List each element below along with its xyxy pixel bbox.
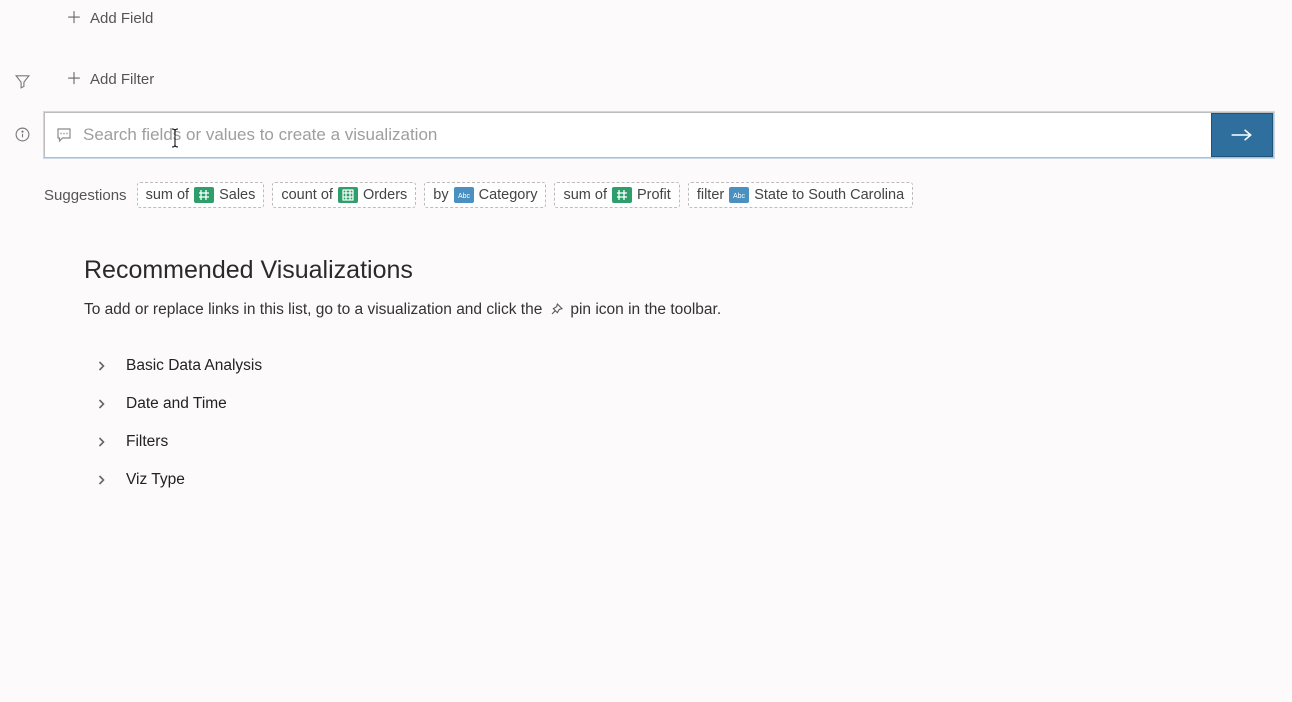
chip-prefix: sum of bbox=[146, 187, 190, 203]
suggestion-chip[interactable]: sum of Sales bbox=[137, 182, 265, 208]
chip-prefix: by bbox=[433, 187, 448, 203]
chevron-right-icon bbox=[94, 474, 108, 486]
add-filter-label: Add Filter bbox=[90, 71, 154, 88]
suggestion-chip[interactable]: count of Orders bbox=[272, 182, 416, 208]
category-label: Date and Time bbox=[126, 395, 227, 413]
add-field-button[interactable]: ＋ Add Field bbox=[66, 10, 153, 27]
recommended-category[interactable]: Viz Type bbox=[84, 461, 1274, 499]
filter-icon[interactable] bbox=[14, 73, 31, 95]
chip-prefix: sum of bbox=[563, 187, 607, 203]
plus-icon: ＋ bbox=[66, 72, 82, 88]
suggestion-chip[interactable]: by Abc Category bbox=[424, 182, 546, 208]
recommended-list: Basic Data Analysis Date and Time Filter… bbox=[84, 347, 1274, 499]
chevron-right-icon bbox=[94, 436, 108, 448]
svg-text:Abc: Abc bbox=[458, 193, 471, 200]
suggestions-row: Suggestions sum of Sales count of Orders… bbox=[44, 182, 1274, 208]
info-icon[interactable] bbox=[14, 126, 31, 148]
hash-icon bbox=[612, 187, 632, 203]
recommended-category[interactable]: Basic Data Analysis bbox=[84, 347, 1274, 385]
search-input[interactable] bbox=[83, 113, 1211, 157]
chip-field: Orders bbox=[363, 187, 407, 203]
suggestion-chip[interactable]: sum of Profit bbox=[554, 182, 679, 208]
add-filter-button[interactable]: ＋ Add Filter bbox=[66, 71, 154, 88]
plus-icon: ＋ bbox=[66, 11, 82, 27]
chat-icon bbox=[45, 113, 83, 157]
content-area: ＋ Add Field ＋ Add Filter Suggestions sum… bbox=[44, 0, 1274, 702]
recommended-section: Recommended Visualizations To add or rep… bbox=[84, 256, 1274, 499]
abc-icon: Abc bbox=[454, 187, 474, 203]
grid-icon bbox=[338, 187, 358, 203]
category-label: Viz Type bbox=[126, 471, 185, 489]
suggestion-chip[interactable]: filter Abc State to South Carolina bbox=[688, 182, 913, 208]
pin-icon bbox=[548, 302, 564, 318]
svg-text:Abc: Abc bbox=[733, 193, 746, 200]
recommended-subtitle: To add or replace links in this list, go… bbox=[84, 301, 1274, 319]
chip-field: Sales bbox=[219, 187, 255, 203]
hash-icon bbox=[194, 187, 214, 203]
chip-field: State to South Carolina bbox=[754, 187, 904, 203]
left-rail bbox=[0, 0, 44, 702]
add-field-label: Add Field bbox=[90, 10, 153, 27]
search-bar bbox=[44, 112, 1274, 158]
recommended-title: Recommended Visualizations bbox=[84, 256, 1274, 285]
abc-icon: Abc bbox=[729, 187, 749, 203]
chip-prefix: count of bbox=[281, 187, 333, 203]
recommended-category[interactable]: Filters bbox=[84, 423, 1274, 461]
recommended-category[interactable]: Date and Time bbox=[84, 385, 1274, 423]
category-label: Filters bbox=[126, 433, 168, 451]
subtitle-after: pin icon in the toolbar. bbox=[570, 301, 721, 319]
arrow-right-icon bbox=[1229, 126, 1255, 144]
chip-prefix: filter bbox=[697, 187, 724, 203]
chevron-right-icon bbox=[94, 398, 108, 410]
subtitle-before: To add or replace links in this list, go… bbox=[84, 301, 542, 319]
submit-button[interactable] bbox=[1211, 113, 1273, 157]
category-label: Basic Data Analysis bbox=[126, 357, 262, 375]
suggestions-label: Suggestions bbox=[44, 187, 127, 204]
chip-field: Profit bbox=[637, 187, 671, 203]
chevron-right-icon bbox=[94, 360, 108, 372]
chip-field: Category bbox=[479, 187, 538, 203]
